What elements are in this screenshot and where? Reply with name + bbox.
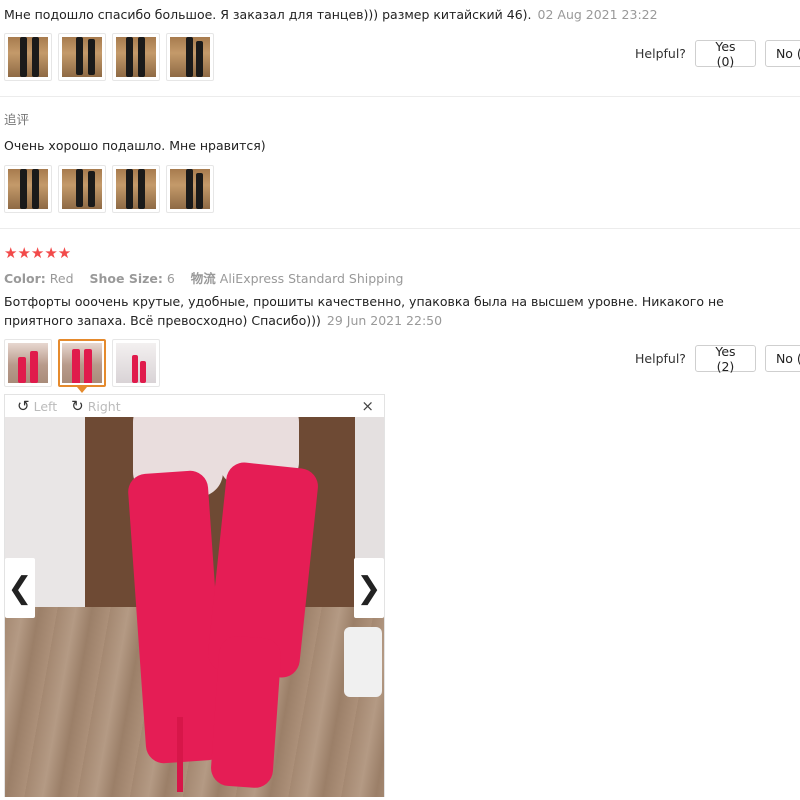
- review-photo-thumb[interactable]: [112, 165, 160, 213]
- next-photo-button[interactable]: ❯: [354, 558, 384, 618]
- review-photo-thumb[interactable]: [58, 33, 106, 81]
- rotate-right-label[interactable]: Right: [88, 399, 121, 414]
- viewer-toolbar: ↺ Left ↻ Right: [5, 395, 384, 417]
- review-date: 29 Jun 2021 22:50: [326, 313, 443, 328]
- review-body-line1: Ботфорты ооочень крутые, удобные, прошит…: [4, 294, 724, 309]
- rotate-right-icon[interactable]: ↻: [71, 397, 84, 415]
- divider: [0, 96, 800, 97]
- helpful-vote: Helpful? Yes (2) No (: [635, 344, 800, 374]
- review-photo-thumb[interactable]: [112, 339, 160, 387]
- previous-photo-button[interactable]: ❮: [5, 558, 35, 618]
- star-icons: ★★★★★: [4, 244, 72, 262]
- photo-viewer: ↺ Left ↻ Right × ❮ ❯: [4, 394, 385, 797]
- helpful-label: Helpful?: [635, 46, 686, 61]
- review-attributes: Color: Red Shoe Size: 6 物流 AliExpress St…: [4, 268, 415, 287]
- review-text: Мне подошло спасибо большое. Я заказал д…: [4, 7, 658, 22]
- helpful-yes-button[interactable]: Yes (0): [694, 39, 756, 69]
- star-rating: ★★★★★: [4, 243, 71, 262]
- helpful-label: Helpful?: [635, 351, 686, 366]
- review-photo-thumb[interactable]: [4, 165, 52, 213]
- helpful-no-button[interactable]: No (: [764, 345, 800, 372]
- color-value: Red: [49, 271, 74, 286]
- followup-title: 追评: [4, 112, 30, 127]
- review-photo-thumb[interactable]: [166, 33, 214, 81]
- review-photo-thumb[interactable]: [4, 339, 52, 387]
- divider: [0, 228, 800, 229]
- review-text: приятного запаха. Всё превосходно) Спаси…: [4, 313, 442, 328]
- review-photo-thumb[interactable]: [4, 33, 52, 81]
- review-photo-large: [5, 417, 384, 797]
- helpful-vote: Helpful? Yes (0) No (: [635, 39, 800, 69]
- rotate-left-label[interactable]: Left: [34, 399, 58, 414]
- chevron-right-icon: ❯: [356, 570, 382, 606]
- shipping-value: AliExpress Standard Shipping: [219, 271, 404, 286]
- review-body: Мне подошло спасибо большое. Я заказал д…: [4, 7, 532, 22]
- color-key: Color:: [4, 271, 46, 286]
- review-photo-thumb[interactable]: [166, 165, 214, 213]
- helpful-no-button[interactable]: No (: [764, 40, 800, 67]
- review-photo-strip: [4, 33, 214, 81]
- shipping-key: 物流: [190, 271, 216, 286]
- review-body-line2: приятного запаха. Всё превосходно) Спаси…: [4, 313, 321, 328]
- size-key: Shoe Size:: [89, 271, 163, 286]
- chevron-left-icon: ❮: [7, 570, 33, 606]
- followup-text: Очень хорошо подашло. Мне нравится): [4, 138, 266, 153]
- rotate-left-icon[interactable]: ↺: [17, 397, 30, 415]
- close-icon[interactable]: ×: [361, 397, 374, 415]
- helpful-yes-button[interactable]: Yes (2): [694, 344, 756, 374]
- followup-photo-strip: [4, 165, 214, 213]
- size-value: 6: [166, 271, 175, 286]
- review-date: 02 Aug 2021 23:22: [537, 7, 658, 22]
- review-photo-thumb[interactable]: [58, 165, 106, 213]
- review-photo-thumb[interactable]: [112, 33, 160, 81]
- review-photo-strip: [4, 339, 160, 393]
- review-photo-thumb-selected[interactable]: [58, 339, 106, 393]
